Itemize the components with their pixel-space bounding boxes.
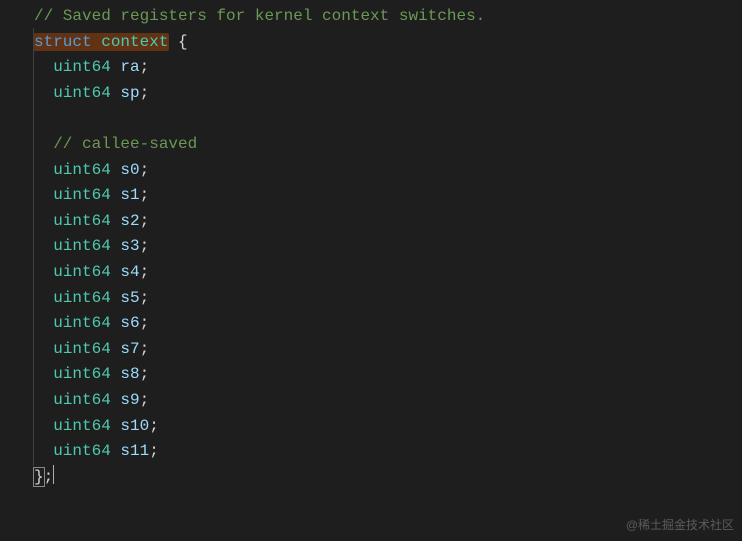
indent-guide: [33, 28, 34, 466]
semicolon: ;: [140, 84, 150, 102]
field-name: s3: [120, 237, 139, 255]
struct-semicolon: ;: [44, 468, 54, 486]
watermark-text: @稀土掘金技术社区: [626, 516, 734, 535]
code-line: uint64 s1;: [34, 183, 742, 209]
semicolon: ;: [140, 314, 150, 332]
code-line: // Saved registers for kernel context sw…: [34, 4, 742, 30]
field-type: uint64: [53, 263, 111, 281]
field-type: uint64: [53, 212, 111, 230]
struct-decl-highlight: struct context: [33, 33, 169, 51]
field-name: s10: [120, 417, 149, 435]
field-type: uint64: [53, 84, 111, 102]
struct-keyword: struct: [34, 33, 92, 51]
code-line: uint64 s10;: [34, 414, 742, 440]
comment-top: // Saved registers for kernel context sw…: [34, 7, 485, 25]
semicolon: ;: [140, 391, 150, 409]
code-line: uint64 s3;: [34, 234, 742, 260]
code-line: uint64 s9;: [34, 388, 742, 414]
code-line: };: [34, 465, 742, 491]
field-type: uint64: [53, 391, 111, 409]
field-type: uint64: [53, 289, 111, 307]
field-type: uint64: [53, 340, 111, 358]
code-line: uint64 sp;: [34, 81, 742, 107]
text-cursor: [53, 465, 54, 484]
field-type: uint64: [53, 314, 111, 332]
code-line: uint64 s5;: [34, 286, 742, 312]
code-line: uint64 s6;: [34, 311, 742, 337]
field-type: uint64: [53, 161, 111, 179]
semicolon: ;: [149, 417, 159, 435]
field-name: s1: [120, 186, 139, 204]
semicolon: ;: [140, 365, 150, 383]
code-line: uint64 s0;: [34, 158, 742, 184]
field-name: s9: [120, 391, 139, 409]
code-line: uint64 s8;: [34, 362, 742, 388]
blank-line: [34, 106, 742, 132]
code-line: uint64 s7;: [34, 337, 742, 363]
code-line: // callee-saved: [34, 132, 742, 158]
field-type: uint64: [53, 58, 111, 76]
field-name: s8: [120, 365, 139, 383]
field-type: uint64: [53, 237, 111, 255]
field-type: uint64: [53, 442, 111, 460]
field-name: s4: [120, 263, 139, 281]
code-line: uint64 s2;: [34, 209, 742, 235]
semicolon: ;: [140, 340, 150, 358]
field-type: uint64: [53, 417, 111, 435]
field-name: s7: [120, 340, 139, 358]
field-name: s5: [120, 289, 139, 307]
code-line: uint64 ra;: [34, 55, 742, 81]
field-name: s6: [120, 314, 139, 332]
semicolon: ;: [140, 263, 150, 281]
semicolon: ;: [140, 289, 150, 307]
semicolon: ;: [149, 442, 159, 460]
semicolon: ;: [140, 212, 150, 230]
field-type: uint64: [53, 365, 111, 383]
brace-open: {: [178, 33, 188, 51]
field-name: s0: [120, 161, 139, 179]
struct-name: context: [101, 33, 168, 51]
field-name: s11: [120, 442, 149, 460]
code-line: struct context {: [34, 30, 742, 56]
field-name: s2: [120, 212, 139, 230]
comment-mid: // callee-saved: [53, 135, 197, 153]
code-line: uint64 s4;: [34, 260, 742, 286]
semicolon: ;: [140, 58, 150, 76]
field-type: uint64: [53, 186, 111, 204]
field-name: ra: [120, 58, 139, 76]
field-name: sp: [120, 84, 139, 102]
code-editor: // Saved registers for kernel context sw…: [0, 0, 742, 494]
semicolon: ;: [140, 161, 150, 179]
code-line: uint64 s11;: [34, 439, 742, 465]
semicolon: ;: [140, 186, 150, 204]
semicolon: ;: [140, 237, 150, 255]
